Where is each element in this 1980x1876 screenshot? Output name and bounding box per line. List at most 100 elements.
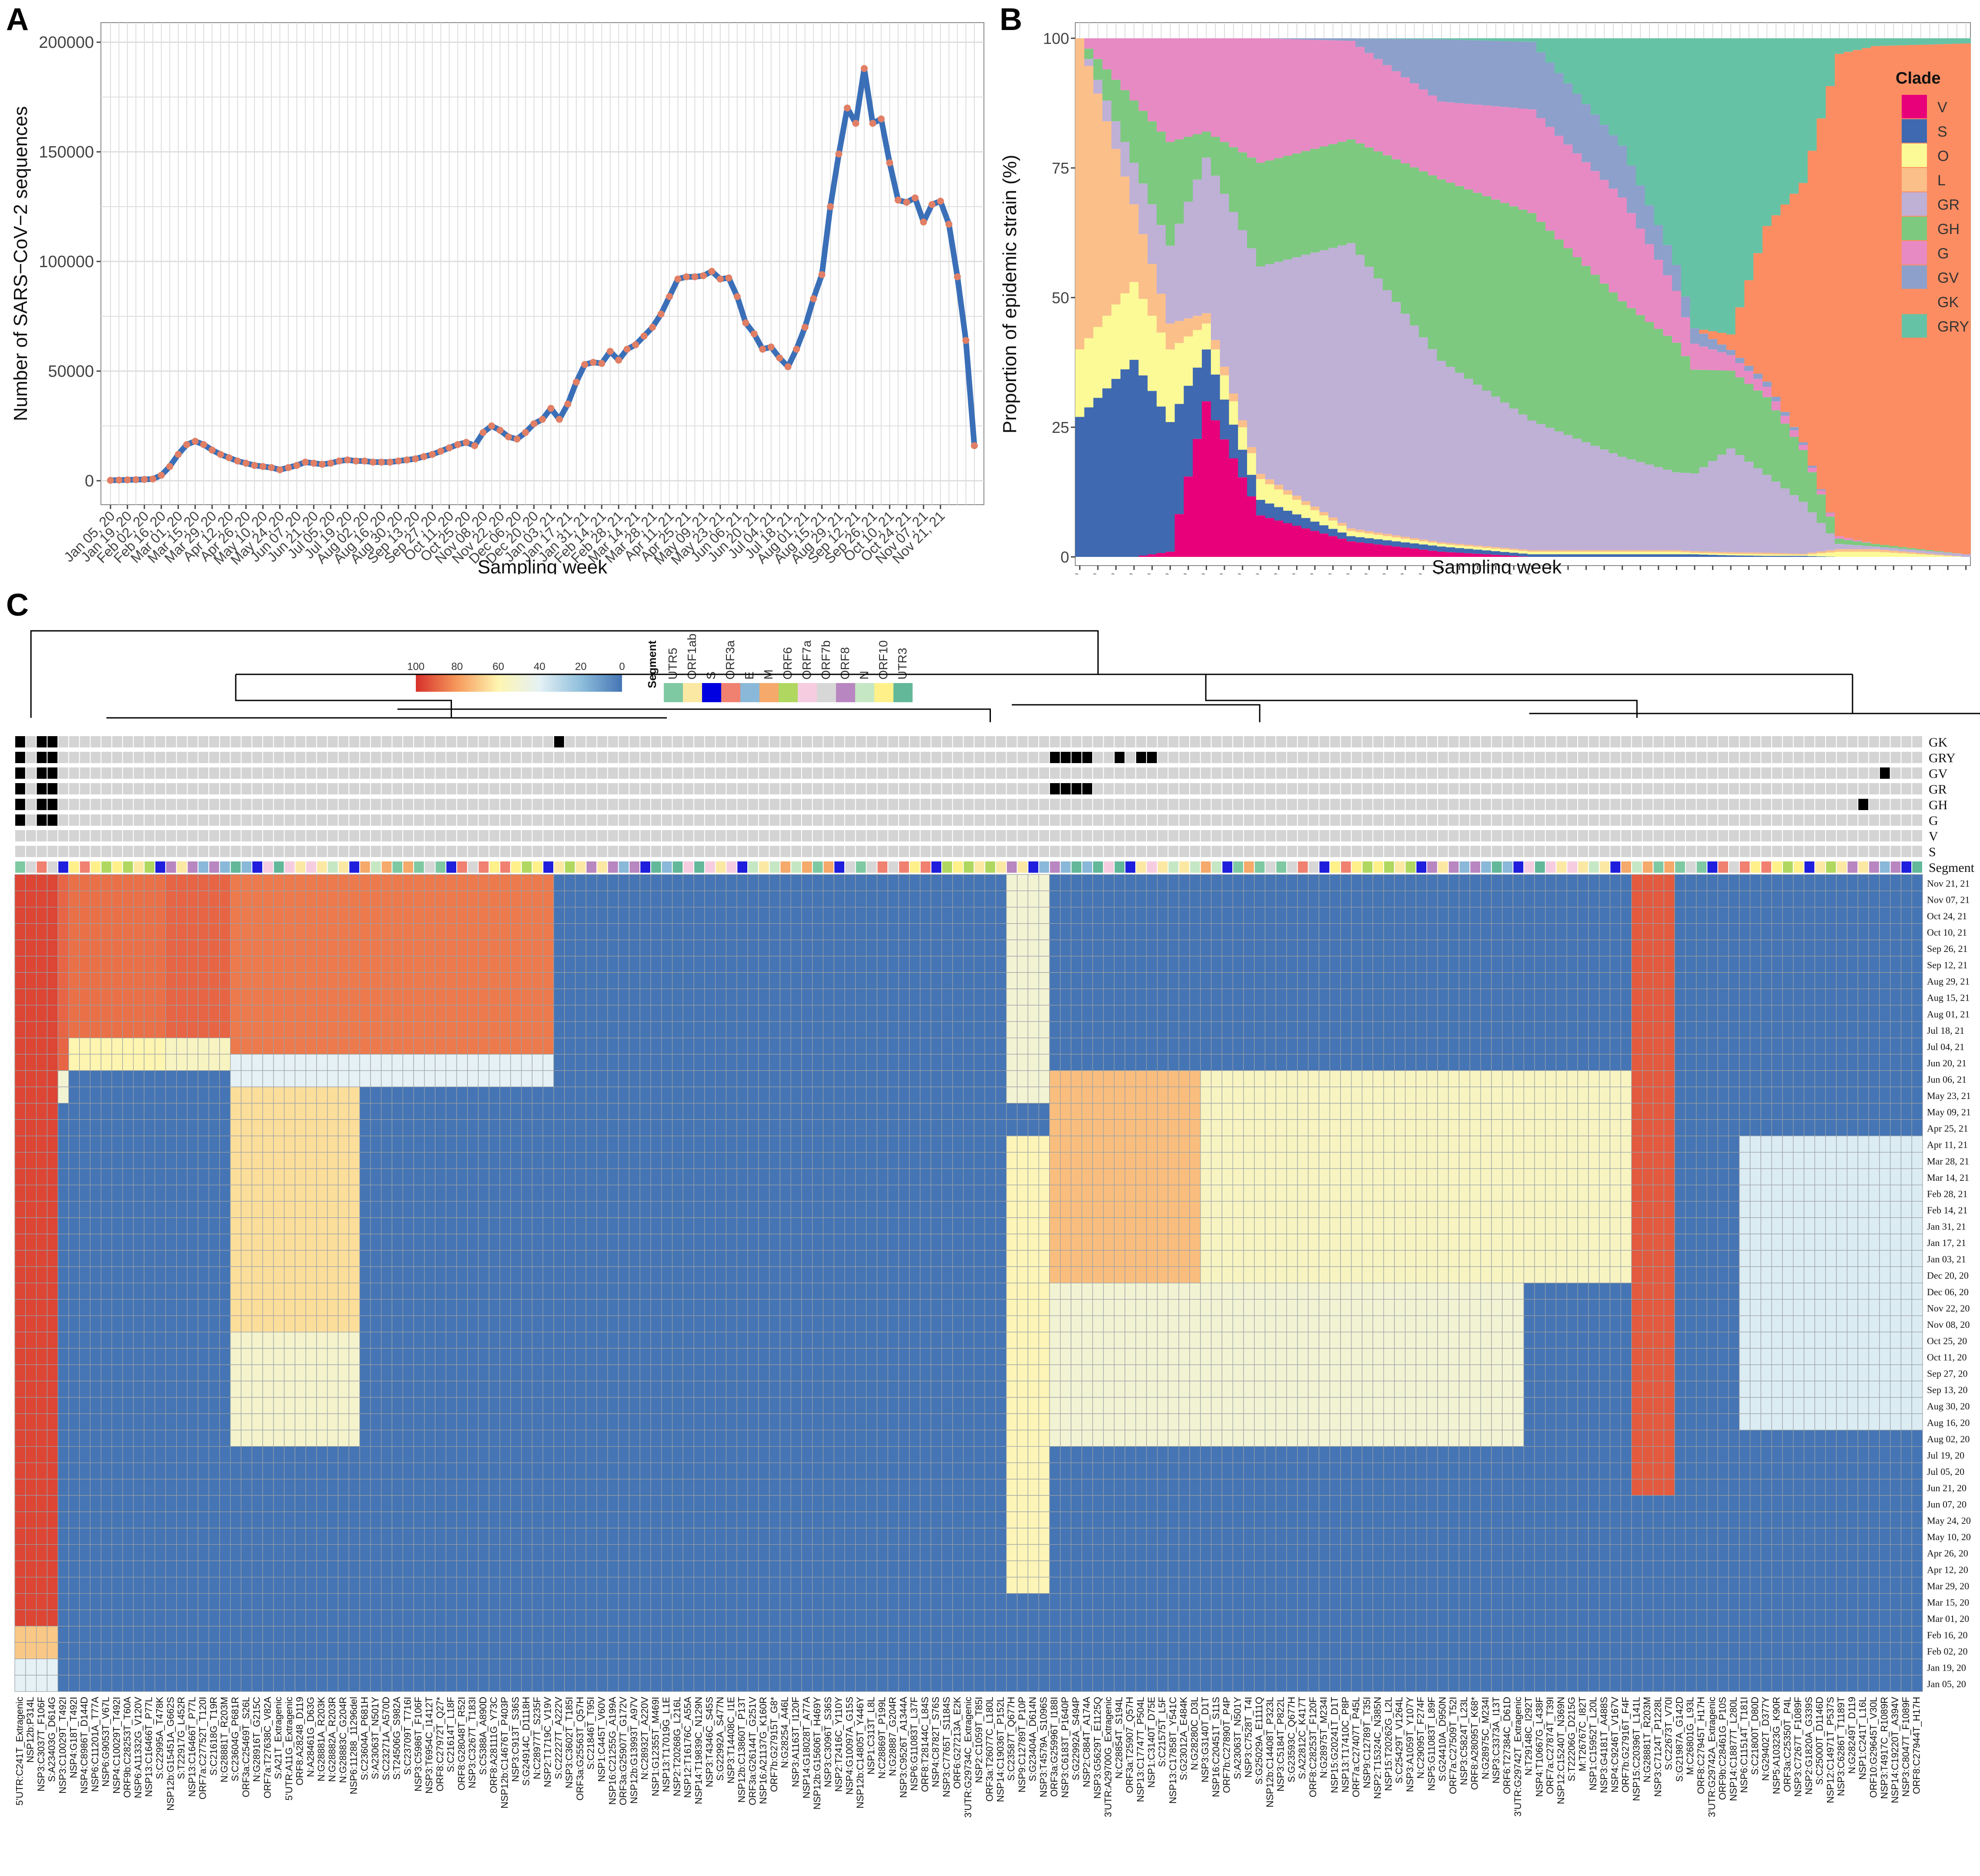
- heatmap-cell: [780, 1038, 791, 1055]
- stack-segment-g: [1464, 104, 1474, 190]
- heatmap-cell: [1147, 924, 1157, 940]
- clade-cell: [1050, 846, 1060, 857]
- heatmap-cell: [1880, 1022, 1890, 1038]
- stack-segment-gh: [1555, 239, 1564, 431]
- clade-cell: [1794, 799, 1804, 810]
- clade-cell: [1416, 830, 1426, 841]
- segment-cell: [1848, 861, 1858, 873]
- clade-cell: [867, 752, 877, 763]
- clade-cell: [899, 846, 909, 857]
- data-point: [649, 324, 656, 331]
- heatmap-cell: [1815, 907, 1826, 924]
- heatmap-cell: [877, 1005, 888, 1022]
- stack-segment-o: [1184, 336, 1193, 385]
- heatmap-cell: [1071, 1038, 1082, 1055]
- heatmap-cell: [1847, 1005, 1858, 1022]
- heatmap-cell: [1373, 972, 1384, 989]
- heatmap-cell: [899, 1005, 910, 1022]
- heatmap-cell: [1718, 874, 1729, 891]
- stack-segment-l: [1934, 555, 1944, 556]
- clade-cell: [1115, 767, 1125, 779]
- clade-cell: [1265, 846, 1275, 857]
- heatmap-cell: [1265, 940, 1276, 956]
- stack-segment-o: [1383, 536, 1392, 540]
- heatmap-cell: [888, 1005, 899, 1022]
- data-point: [387, 459, 394, 466]
- heatmap-cell: [899, 924, 910, 940]
- heatmap-cell: [1039, 891, 1050, 908]
- clade-cell: [1567, 814, 1577, 826]
- heatmap-cell: [1729, 972, 1739, 989]
- clade-cell: [479, 783, 489, 794]
- clade-cell: [90, 814, 100, 826]
- stack-segment-gr: [1274, 262, 1284, 485]
- heatmap-cell: [1448, 1005, 1459, 1022]
- clade-cell: [1330, 799, 1340, 810]
- heatmap-cell: [37, 1038, 47, 1055]
- segment-cell: [1276, 861, 1286, 873]
- heatmap-cell: [80, 956, 90, 973]
- clade-cell: [101, 767, 111, 779]
- clade-cell: [511, 830, 521, 841]
- heatmap-cell: [1610, 924, 1621, 940]
- clade-cell: [1362, 799, 1372, 810]
- heatmap-cell: [209, 1005, 220, 1022]
- heatmap-cell: [489, 924, 500, 940]
- clade-cell: [80, 846, 90, 857]
- clade-cell: [683, 736, 693, 747]
- stack-segment-gv: [1699, 334, 1709, 347]
- heatmap-cell: [317, 924, 328, 940]
- clade-cell: [1524, 846, 1534, 857]
- clade-cell: [1535, 783, 1545, 794]
- clade-cell: [1470, 799, 1480, 810]
- clade-cell: [187, 830, 197, 841]
- heatmap-cell: [1686, 1005, 1696, 1022]
- clade-cell: [1654, 767, 1664, 779]
- clade-cell: [166, 783, 176, 794]
- clade-cell: [910, 736, 920, 747]
- heatmap-cell: [662, 972, 672, 989]
- stack-segment-o: [1328, 521, 1338, 529]
- heatmap-cell: [1373, 924, 1384, 940]
- segment-legend-swatch: [683, 683, 702, 702]
- heatmap-cell: [1470, 1038, 1481, 1055]
- clade-cell: [37, 752, 47, 763]
- clade-cell: [1470, 830, 1480, 841]
- heatmap-cell: [769, 907, 780, 924]
- heatmap-cell: [1341, 874, 1351, 891]
- stack-segment-g: [1780, 416, 1790, 424]
- stack-segment-gv: [1627, 165, 1636, 213]
- heatmap-cell: [1761, 907, 1772, 924]
- heatmap-cell: [1567, 1005, 1578, 1022]
- heatmap-cell: [478, 1054, 489, 1071]
- heatmap-cell: [1125, 989, 1136, 1005]
- clade-cell: [1406, 830, 1416, 841]
- clade-cell: [187, 846, 197, 857]
- heatmap-cell: [996, 940, 1007, 956]
- segment-cell: [920, 861, 930, 873]
- stack-segment-gr: [1663, 470, 1672, 550]
- heatmap-cell: [80, 874, 90, 891]
- stack-segment-gh: [1808, 472, 1817, 512]
- stack-segment-g: [1672, 291, 1682, 343]
- clade-cell: [101, 814, 111, 826]
- heatmap-cell: [1136, 1005, 1147, 1022]
- clade-cell: [1804, 799, 1814, 810]
- heatmap-cell: [769, 924, 780, 940]
- heatmap-cell: [1836, 924, 1847, 940]
- heatmap-cell: [1351, 1022, 1362, 1038]
- heatmap-cell: [166, 972, 177, 989]
- heatmap-cell: [134, 907, 144, 924]
- heatmap-cell: [1599, 940, 1610, 956]
- stack-segment-o: [1437, 544, 1447, 546]
- heatmap-cell: [608, 874, 619, 891]
- heatmap-cell: [425, 956, 435, 973]
- heatmap-cell: [489, 1022, 500, 1038]
- segment-cell: [241, 861, 251, 873]
- data-point: [759, 346, 766, 353]
- clade-cell: [1664, 799, 1674, 810]
- legend-label: O: [1937, 148, 1949, 164]
- stack-segment-l: [1509, 549, 1519, 550]
- heatmap-cell: [1707, 891, 1718, 908]
- heatmap-cell: [1524, 924, 1535, 940]
